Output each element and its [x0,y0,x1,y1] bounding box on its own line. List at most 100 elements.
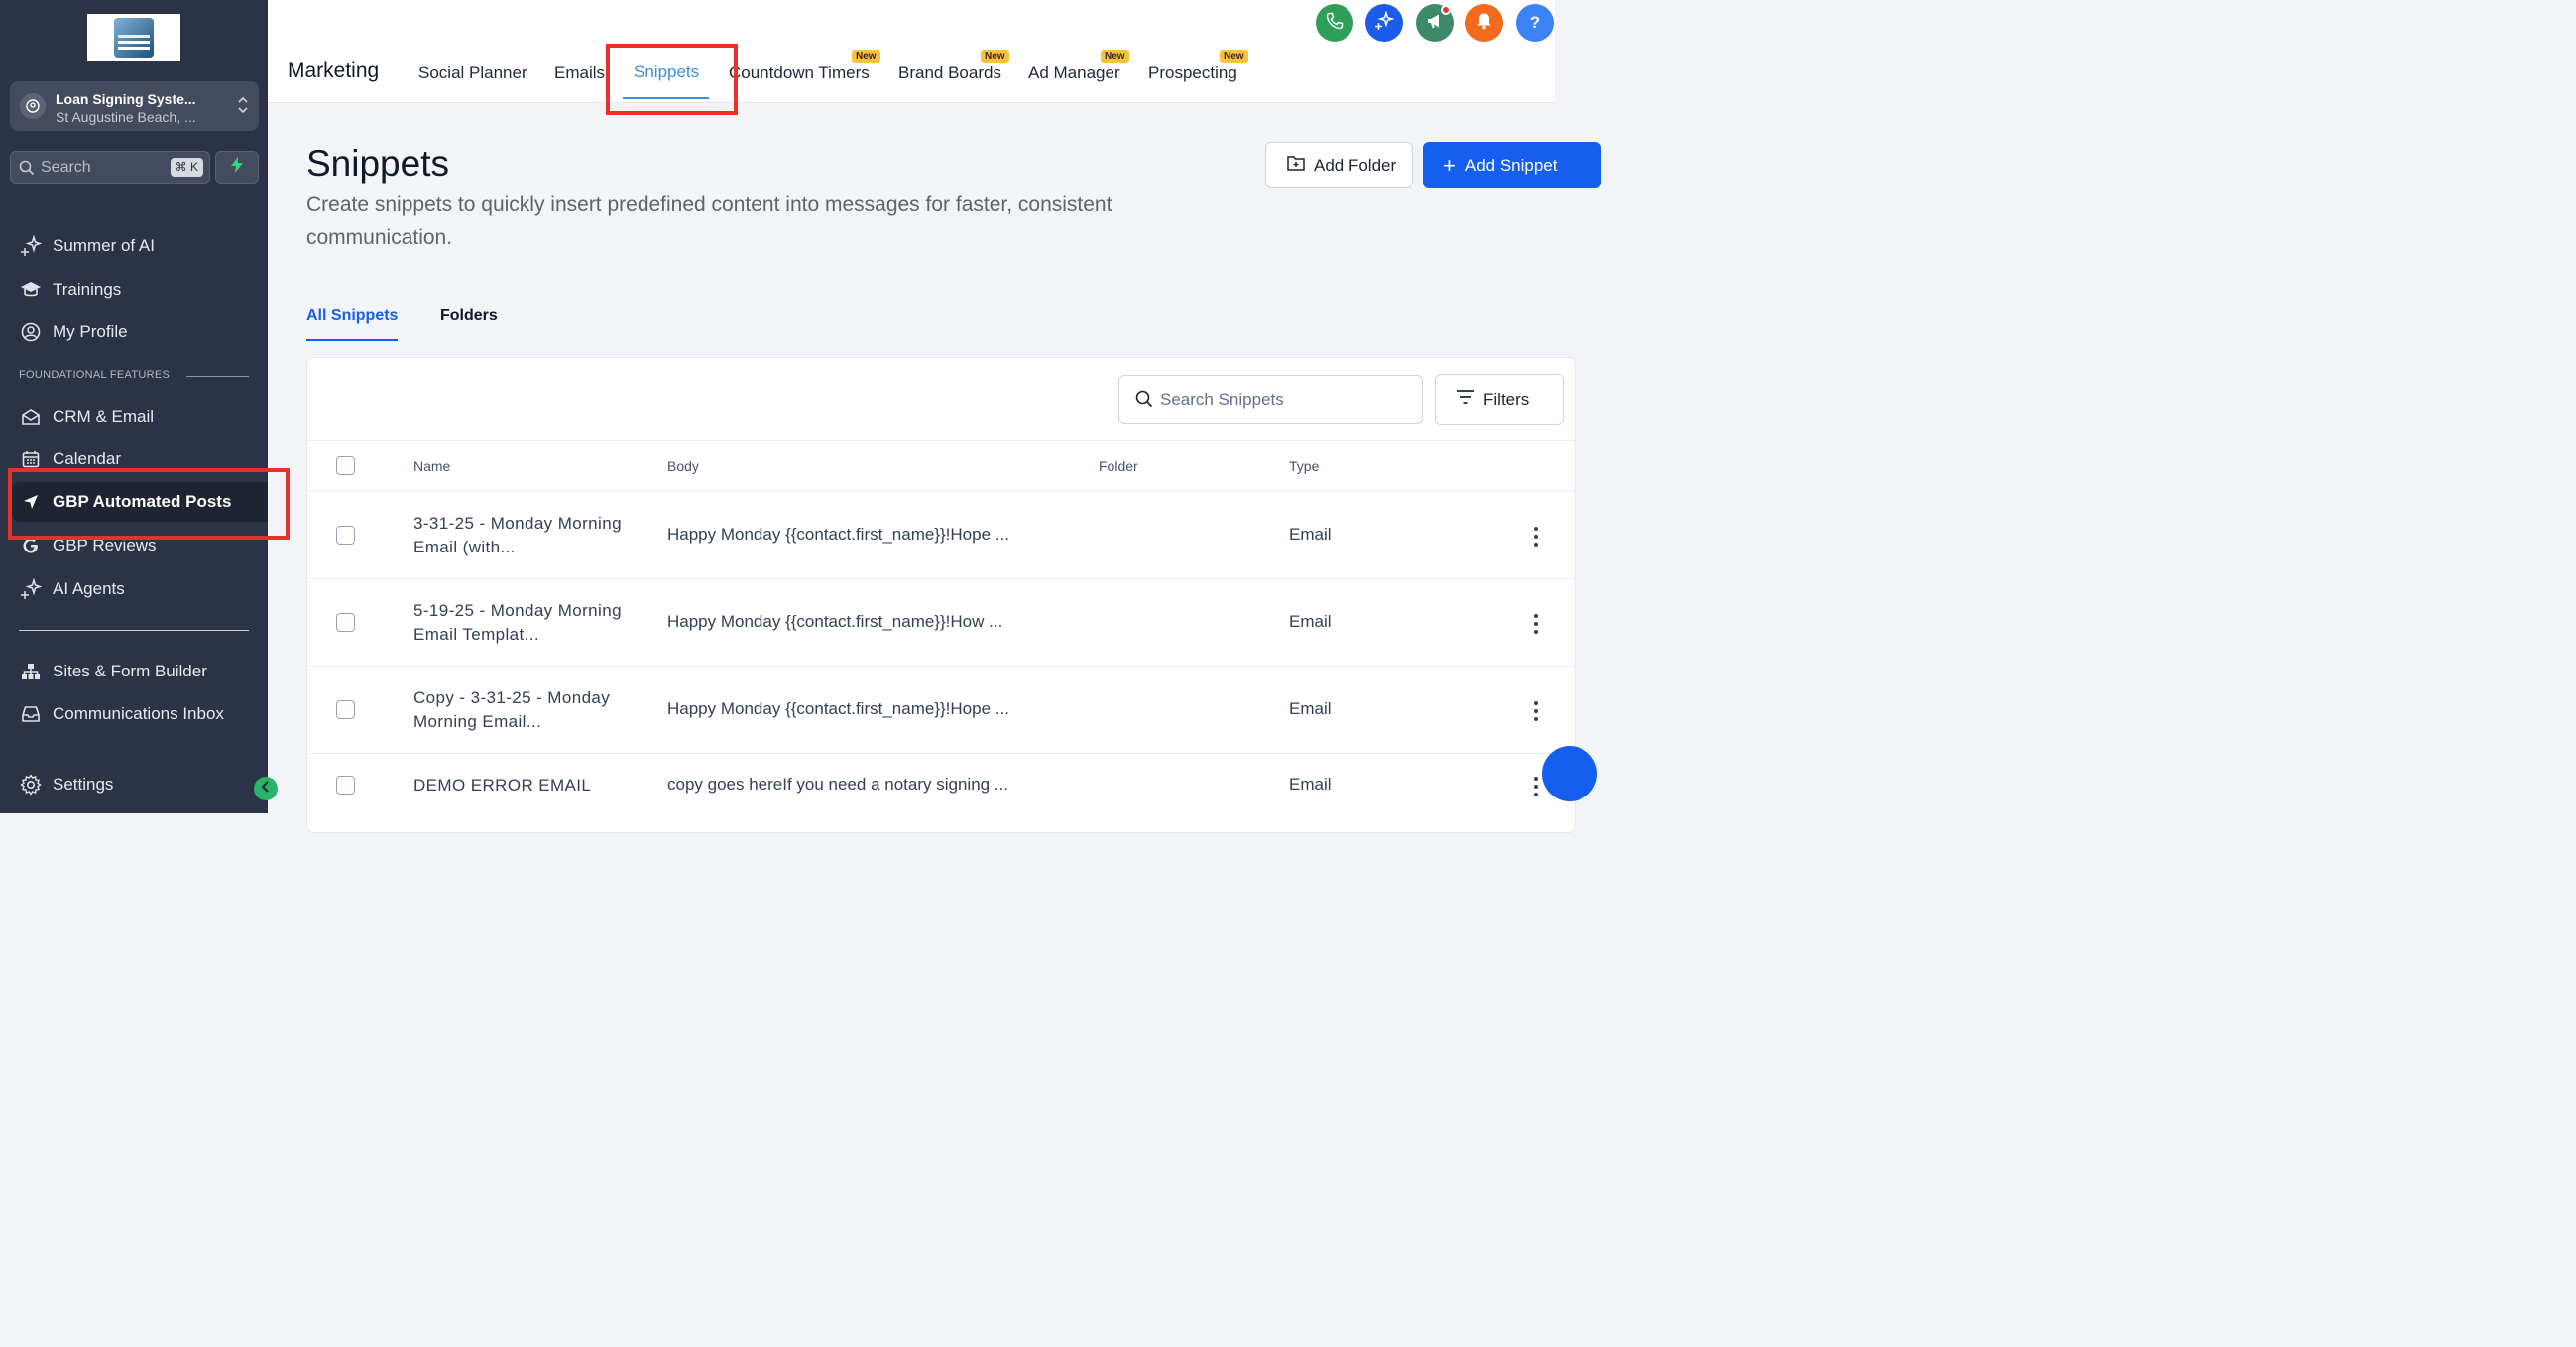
filters-label: Filters [1483,389,1530,409]
phone-icon [1326,12,1344,35]
more-options-icon[interactable] [1533,777,1539,796]
sidebar-search[interactable]: Search ⌘ K [10,151,210,184]
gear-icon [20,774,42,796]
column-header-body[interactable]: Body [667,458,699,474]
snippet-name[interactable]: 3-31-25 - Monday Morning Email (with... [413,512,622,559]
page-title: Snippets [306,143,449,184]
chat-widget-button[interactable] [1542,746,1597,801]
add-folder-label: Add Folder [1314,155,1397,175]
snippets-table-card: Search Snippets Filters Name Body Folder… [306,357,1576,833]
tab-ad-manager[interactable]: Ad Manager [1028,63,1120,83]
search-placeholder: Search Snippets [1160,390,1284,409]
new-badge: New [981,50,1009,63]
add-snippet-button[interactable]: + Add Snippet [1423,142,1601,188]
sidebar-item-ai-agents[interactable]: AI Agents [0,569,268,609]
highlight-gbp-automated-posts [8,468,290,540]
sidebar-item-communications-inbox[interactable]: Communications Inbox [0,694,268,734]
collapse-sidebar-button[interactable] [254,777,278,800]
location-name: Loan Signing Syste... [56,91,196,107]
more-options-icon[interactable] [1533,614,1539,634]
quick-actions-button[interactable] [215,151,259,184]
ai-assistant-button[interactable] [1365,4,1403,42]
sidebar-item-my-profile[interactable]: My Profile [0,312,268,352]
filters-button[interactable]: Filters [1435,374,1564,425]
search-icon [1135,390,1153,413]
inbox-icon [20,703,42,725]
snippet-type: Email [1289,612,1332,631]
sidebar-item-trainings[interactable]: Trainings [0,270,268,309]
row-checkbox[interactable] [336,776,355,795]
add-folder-button[interactable]: Add Folder [1265,142,1413,188]
company-logo[interactable] [87,14,180,61]
add-snippet-label: Add Snippet [1464,155,1558,175]
search-placeholder: Search [41,159,91,176]
sidebar-item-label: My Profile [53,322,128,341]
sidebar-item-label: CRM & Email [53,407,155,426]
tab-all-snippets[interactable]: All Snippets [306,307,398,325]
tab-emails[interactable]: Emails [554,63,605,83]
help-button[interactable]: ? [1516,4,1554,42]
snippet-name[interactable]: Copy - 3-31-25 - Monday Morning Email... [413,686,622,734]
location-pin-icon [20,93,46,119]
row-checkbox[interactable] [336,526,355,545]
sidebar-item-label: Calendar [53,449,121,468]
phone-button[interactable] [1316,4,1353,42]
tab-brand-boards[interactable]: Brand Boards [898,63,1001,83]
folder-plus-icon [1286,154,1314,177]
new-badge: New [1101,50,1129,63]
user-circle-icon [20,321,42,343]
sidebar-item-label: AI Agents [53,579,125,598]
snippet-type: Email [1289,525,1332,544]
sidebar-item-summer-of-ai[interactable]: Summer of AI [0,226,268,266]
sidebar-item-label: Trainings [53,280,122,299]
tab-social-planner[interactable]: Social Planner [418,63,527,83]
filter-lines-icon [1456,389,1483,410]
table-row[interactable]: DEMO ERROR EMAIL copy goes hereIf you ne… [307,754,1575,832]
snippet-body: copy goes hereIf you need a notary signi… [667,775,1009,794]
row-checkbox[interactable] [336,700,355,719]
tab-countdown-timers[interactable]: Countdown Timers [729,63,870,83]
tab-prospecting[interactable]: Prospecting [1148,63,1237,83]
snippet-body: Happy Monday {{contact.first_name}}!Hope… [667,525,1009,544]
snippet-name[interactable]: 5-19-25 - Monday Morning Email Templat..… [413,599,622,647]
row-checkbox[interactable] [336,613,355,632]
sidebar-item-crm-email[interactable]: CRM & Email [0,397,268,436]
notifications-button[interactable] [1465,4,1503,42]
sitemap-icon [20,661,42,682]
sidebar-item-label: Communications Inbox [53,704,224,723]
megaphone-icon [1426,12,1444,35]
column-header-folder[interactable]: Folder [1099,458,1138,474]
notification-dot [1441,5,1451,15]
section-title: Marketing [288,60,380,82]
sidebar: Loan Signing Syste... St Augustine Beach… [0,0,278,813]
snippet-name[interactable]: DEMO ERROR EMAIL [413,774,671,797]
table-row[interactable]: Copy - 3-31-25 - Monday Morning Email...… [307,667,1575,754]
sidebar-item-settings[interactable]: Settings [0,765,268,804]
select-all-checkbox[interactable] [336,456,355,475]
table-row[interactable]: 3-31-25 - Monday Morning Email (with... … [307,492,1575,579]
location-switcher[interactable]: Loan Signing Syste... St Augustine Beach… [10,81,259,131]
table-row[interactable]: 5-19-25 - Monday Morning Email Templat..… [307,579,1575,667]
snippets-search-input[interactable]: Search Snippets [1118,375,1423,424]
snippet-body: Happy Monday {{contact.first_name}}!How … [667,612,1003,631]
page-description: Create snippets to quickly insert predef… [306,193,1112,249]
help-icon: ? [1529,13,1541,32]
calendar-icon [20,448,42,470]
sparkle-icon [20,578,42,600]
logo-image [114,18,154,58]
ai-sparkle-icon [1374,9,1395,36]
more-options-icon[interactable] [1533,701,1539,721]
sidebar-item-label: Sites & Form Builder [53,662,207,680]
section-label: FOUNDATIONAL FEATURES [19,369,171,381]
lightning-icon [230,157,244,178]
graduation-cap-icon [20,279,42,301]
column-header-name[interactable]: Name [413,458,450,474]
sidebar-item-sites-form-builder[interactable]: Sites & Form Builder [0,652,268,691]
column-header-type[interactable]: Type [1289,458,1319,474]
plus-icon: + [1443,152,1456,178]
announcements-button[interactable] [1416,4,1454,42]
location-address: St Augustine Beach, ... [56,109,196,125]
snippet-type: Email [1289,699,1332,718]
tab-folders[interactable]: Folders [440,307,498,325]
more-options-icon[interactable] [1533,527,1539,547]
